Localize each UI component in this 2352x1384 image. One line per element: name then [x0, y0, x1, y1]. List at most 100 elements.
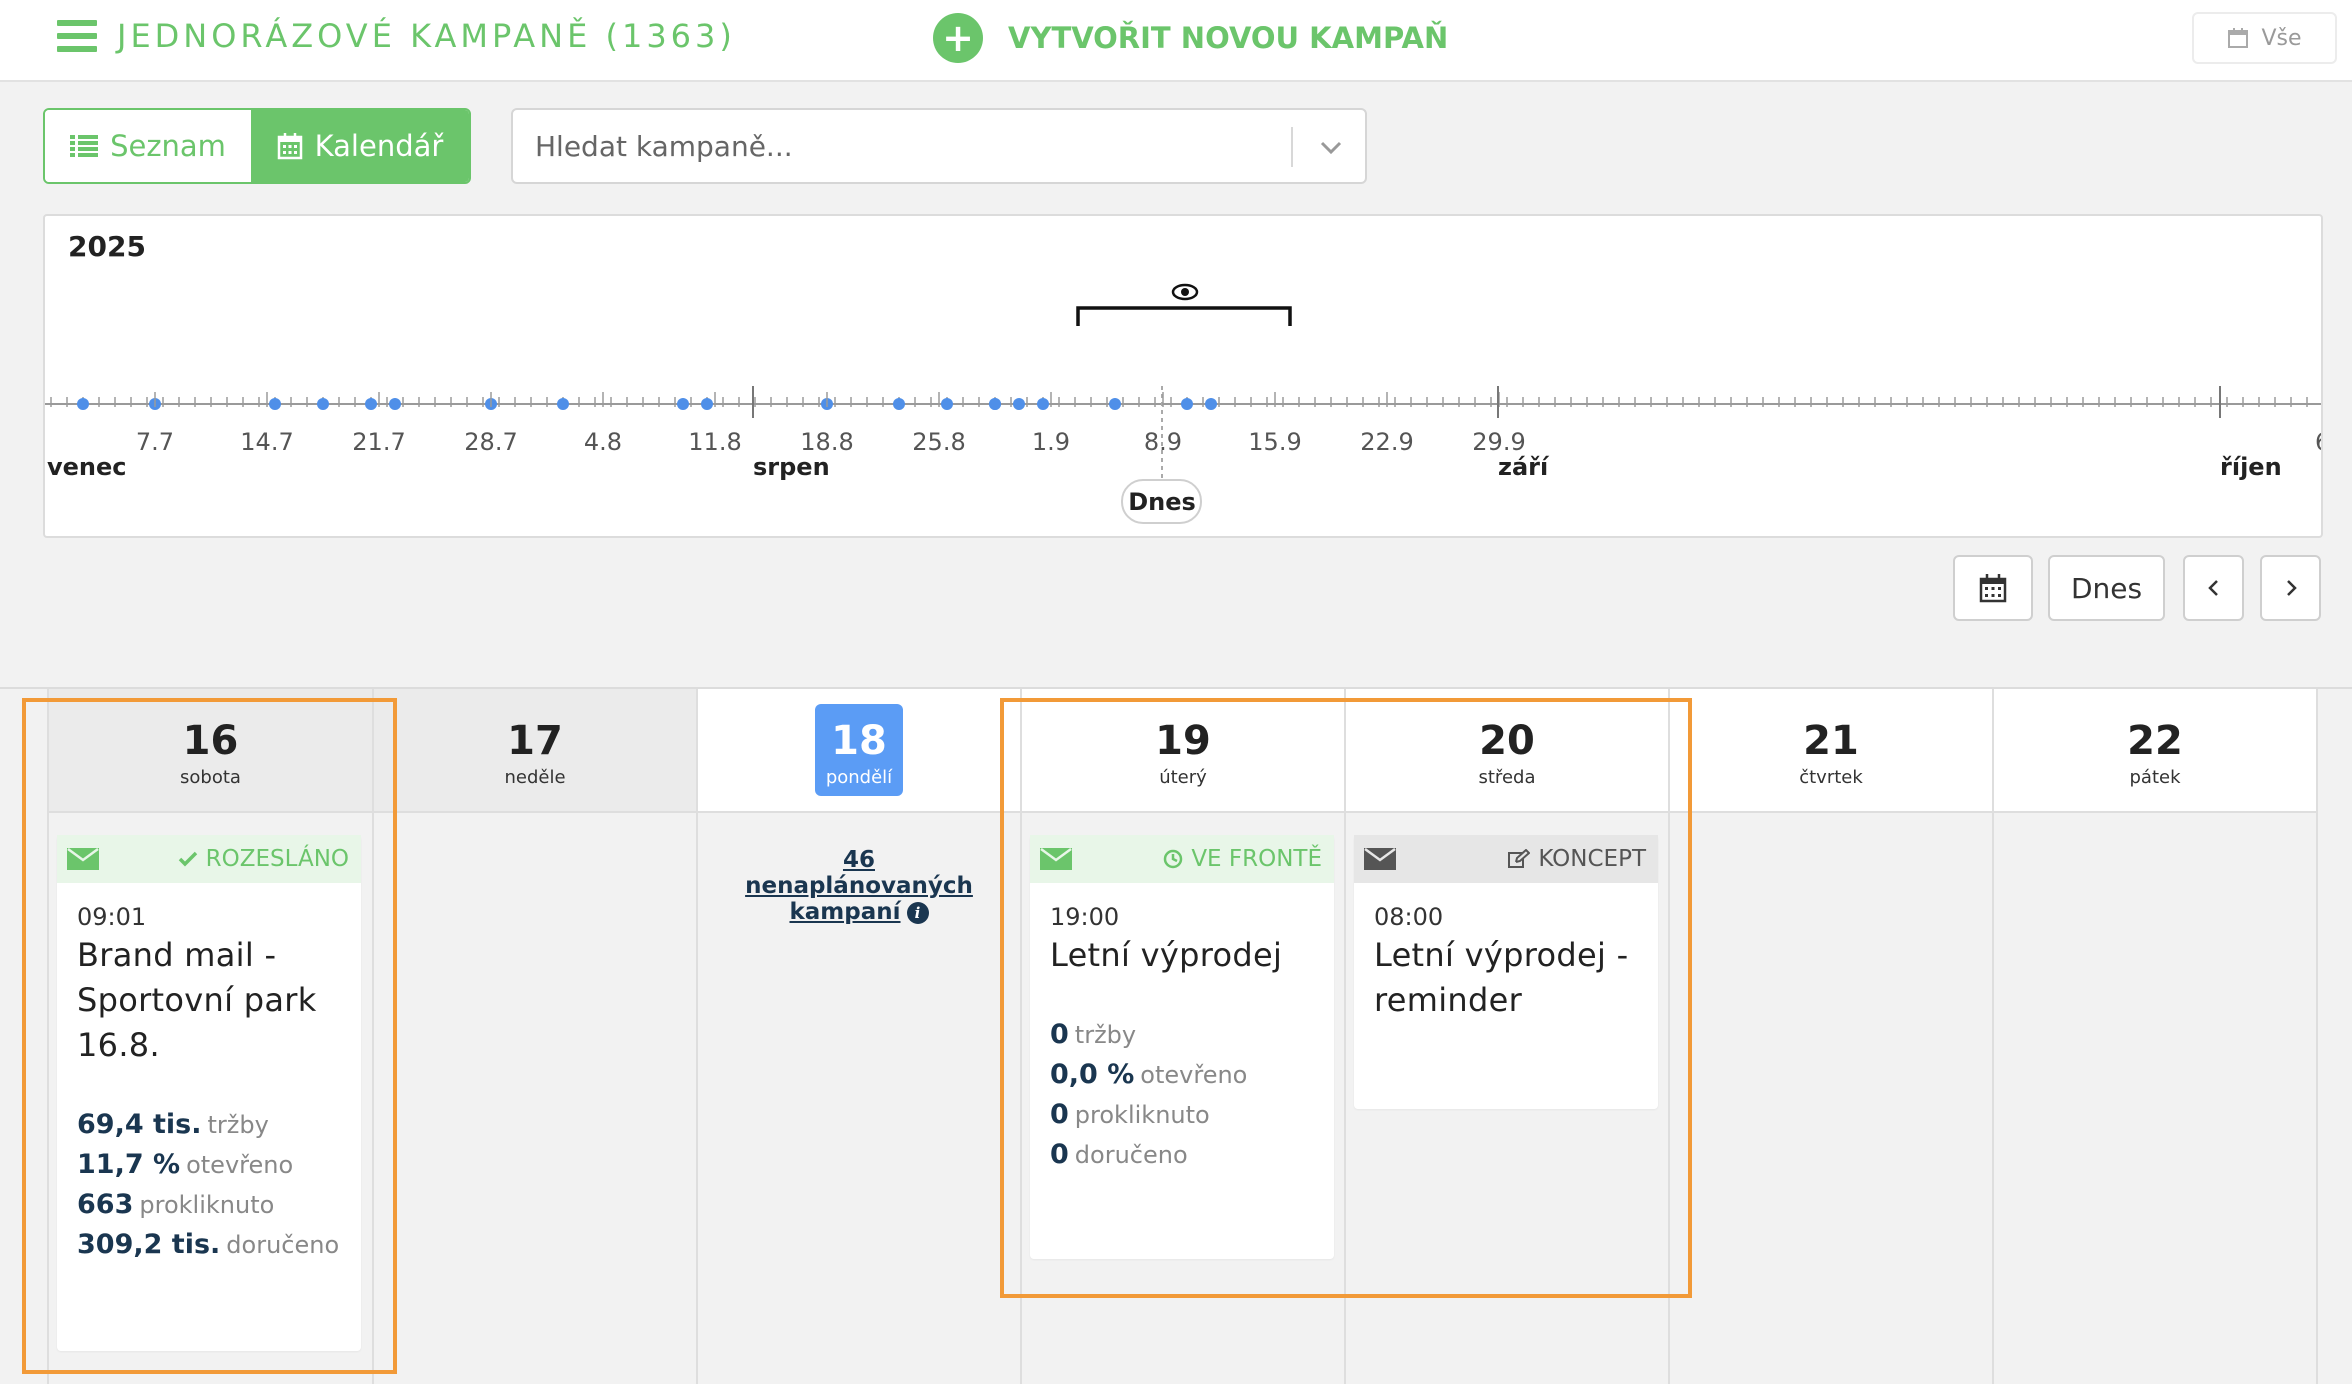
day-number: 22 [2127, 718, 2183, 764]
campaign-marker[interactable] [677, 398, 689, 410]
status-badge: VE FRONTĚ [1163, 846, 1322, 872]
timeline-date-label: 25.8 [912, 428, 965, 456]
campaign-marker[interactable] [317, 398, 329, 410]
menu-icon[interactable] [57, 20, 97, 53]
day-column-22[interactable]: 22 pátek [1992, 689, 2316, 1384]
day-column-19[interactable]: 19 úterý VE FRONTĚ 19:00 Letní výprodej … [1020, 689, 1344, 1384]
campaign-title-line: Brand mail - [77, 936, 277, 974]
chevron-right-icon [2286, 580, 2297, 596]
week-calendar: 16 sobota ROZESLÁNO 09:01 Brand mail - S… [0, 687, 2352, 1384]
stat-label: otevřeno [186, 1151, 294, 1179]
day-name: úterý [1159, 767, 1207, 788]
campaign-card-letni-vyprodej[interactable]: VE FRONTĚ 19:00 Letní výprodej 0 tržby 0,… [1030, 835, 1334, 1259]
campaign-marker[interactable] [365, 398, 377, 410]
day-name: sobota [180, 767, 241, 788]
campaign-title-line: 16.8. [77, 1026, 160, 1064]
timeline-chart[interactable]: 7.7 14.7 21.7 28.7 4.8 11.8 18.8 25.8 1.9 8.9 15.9… [45, 216, 2323, 538]
campaign-title: Letní výprodej - reminder [1374, 933, 1628, 1023]
previous-week-button[interactable] [2183, 555, 2244, 621]
stat-label: tržby [1074, 1021, 1137, 1049]
list-icon [70, 135, 99, 157]
timeline-month-label: říjen [2220, 453, 2282, 481]
card-status-bar: KONCEPT [1354, 835, 1658, 883]
day-number: 21 [1803, 718, 1859, 764]
envelope-icon [67, 848, 99, 870]
day-column-16[interactable]: 16 sobota ROZESLÁNO 09:01 Brand mail - S… [47, 689, 372, 1384]
timeline-month-label: venec [47, 453, 127, 481]
campaign-title-line: Letní výprodej [1050, 936, 1283, 974]
day-column-21[interactable]: 21 čtvrtek [1668, 689, 1992, 1384]
day-name: čtvrtek [1799, 767, 1863, 788]
campaign-marker[interactable] [1037, 398, 1049, 410]
timeline-date-label: 29.9 [1472, 428, 1525, 456]
campaign-time: 08:00 [1374, 903, 1444, 931]
campaign-marker[interactable] [941, 398, 953, 410]
next-week-button[interactable] [2260, 555, 2321, 621]
day-column-edge [2316, 689, 2352, 1384]
day-header: 22 pátek [1994, 689, 2316, 813]
visible-range-bracket[interactable] [1076, 306, 1292, 326]
stat-label: prokliknuto [139, 1191, 275, 1219]
day-number: 18 [831, 718, 887, 764]
campaign-marker[interactable] [389, 398, 401, 410]
unscheduled-link[interactable]: kampaní [789, 899, 900, 925]
day-header: 21 čtvrtek [1670, 689, 1992, 813]
campaign-marker[interactable] [893, 398, 905, 410]
campaign-time: 19:00 [1050, 903, 1120, 931]
list-view-label: Seznam [110, 129, 226, 163]
stat-delivered: 309,2 tis. doručeno [77, 1225, 339, 1265]
campaign-card-letni-vyprodej-reminder[interactable]: KONCEPT 08:00 Letní výprodej - reminder [1354, 835, 1658, 1109]
stat-label: prokliknuto [1074, 1101, 1210, 1129]
date-picker-button[interactable] [1953, 555, 2033, 621]
day-column-17[interactable]: 17 neděle [372, 689, 696, 1384]
day-name: pondělí [825, 767, 893, 788]
day-column-20[interactable]: 20 středa KONCEPT 08:00 Letní výprodej -… [1344, 689, 1668, 1384]
campaign-title-line: reminder [1374, 981, 1523, 1019]
status-label: VE FRONTĚ [1191, 846, 1322, 872]
campaign-marker[interactable] [1205, 398, 1217, 410]
campaign-marker[interactable] [557, 398, 569, 410]
unscheduled-count-link[interactable]: 46 [843, 847, 875, 873]
campaign-marker[interactable] [1013, 398, 1025, 410]
campaign-marker[interactable] [989, 398, 1001, 410]
day-header: 19 úterý [1022, 689, 1344, 813]
calendar-view-button[interactable]: Kalendář [251, 110, 469, 182]
stat-label: doručeno [226, 1231, 340, 1259]
campaign-title-line: Sportovní park [77, 981, 317, 1019]
range-select[interactable]: Vše [2192, 12, 2337, 64]
card-status-bar: VE FRONTĚ [1030, 835, 1334, 883]
today-marker[interactable]: Dnes [1121, 479, 1202, 524]
timeline-date-label: 28.7 [464, 428, 517, 456]
calendar-icon [2228, 28, 2249, 48]
campaign-card-brand-mail[interactable]: ROZESLÁNO 09:01 Brand mail - Sportovní p… [57, 835, 361, 1351]
list-view-button[interactable]: Seznam [45, 110, 251, 182]
stat-value: 0 [1050, 1139, 1069, 1170]
new-campaign-label: VYTVOŘIT NOVOU KAMPAŇ [1008, 21, 1449, 55]
stat-label: otevřeno [1140, 1061, 1248, 1089]
campaign-marker[interactable] [1109, 398, 1121, 410]
timeline-date-label: 15.9 [1248, 428, 1301, 456]
envelope-icon [1364, 848, 1396, 870]
campaign-marker[interactable] [77, 398, 89, 410]
edit-icon [1508, 849, 1531, 868]
today-badge: 18 pondělí [815, 704, 903, 796]
unscheduled-link[interactable]: nenaplánovaných [745, 873, 973, 899]
stat-revenue: 69,4 tis. tržby [77, 1105, 339, 1145]
check-icon [178, 851, 197, 867]
chevron-down-icon[interactable] [1311, 128, 1351, 168]
new-campaign-button[interactable]: + VYTVOŘIT NOVOU KAMPAŇ [933, 13, 1448, 63]
day-column-18[interactable]: 18 pondělí 46 nenaplánovaných kampaní i [696, 689, 1020, 1384]
day-number: 19 [1155, 718, 1211, 764]
campaign-marker[interactable] [1181, 398, 1193, 410]
campaign-marker[interactable] [269, 398, 281, 410]
stat-value: 11,7 % [77, 1149, 181, 1180]
eye-icon[interactable] [1171, 283, 1199, 301]
day-number: 16 [182, 718, 239, 764]
info-icon[interactable]: i [906, 901, 929, 924]
stat-label: tržby [207, 1111, 269, 1139]
campaign-marker[interactable] [701, 398, 713, 410]
chevron-left-icon [2207, 580, 2218, 596]
timeline-edge-label: 6 [2315, 428, 2323, 456]
today-button[interactable]: Dnes [2048, 555, 2165, 621]
search-input[interactable] [535, 110, 1275, 182]
